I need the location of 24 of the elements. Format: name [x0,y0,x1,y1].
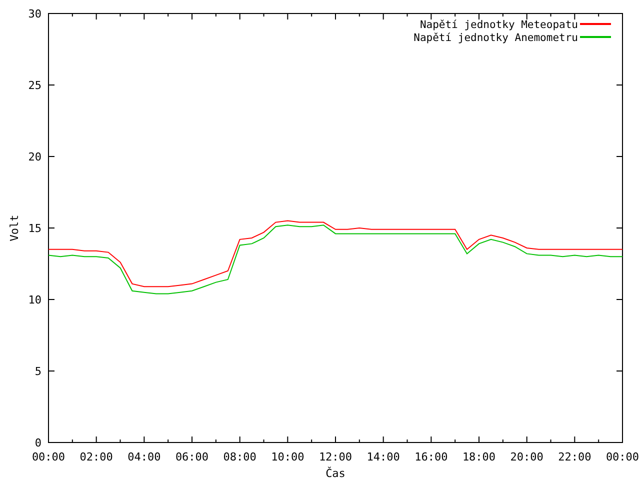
axis-tick-label: 5 [34,365,42,378]
axis-tick-label: 15 [28,222,42,235]
axis-tick-label: 14:00 [366,450,400,464]
axis-tick-label: 00:00 [32,450,66,464]
axis-title: Volt [8,214,21,242]
axis-tick-label: 30 [28,8,42,20]
axis-title: Čas [326,467,346,480]
axis-tick-label: 06:00 [175,450,209,464]
axis-tick-label: 22:00 [558,450,592,464]
axis-tick-label: 10 [28,294,42,306]
axis-tick-label: 20 [28,150,42,164]
axis-tick-label: 08:00 [223,450,256,464]
axis-tick-label: 12:00 [318,450,352,464]
axis-tick-label: 00:00 [606,450,640,464]
legend-label: Napětí jednotky Meteopatu [420,19,578,31]
axis-tick-label: 02:00 [80,450,113,464]
axis-tick-label: 0 [34,436,42,450]
axis-tick-label: 20:00 [510,450,544,464]
axis-tick-label: 16:00 [414,450,448,464]
axis-tick-label: 10:00 [271,450,304,464]
axis-tick-label: 25 [28,79,42,92]
legend-label: Napětí jednotky Anemometru [414,32,578,44]
axis-tick-label: 18:00 [462,450,496,464]
axis-tick-label: 04:00 [128,450,161,464]
